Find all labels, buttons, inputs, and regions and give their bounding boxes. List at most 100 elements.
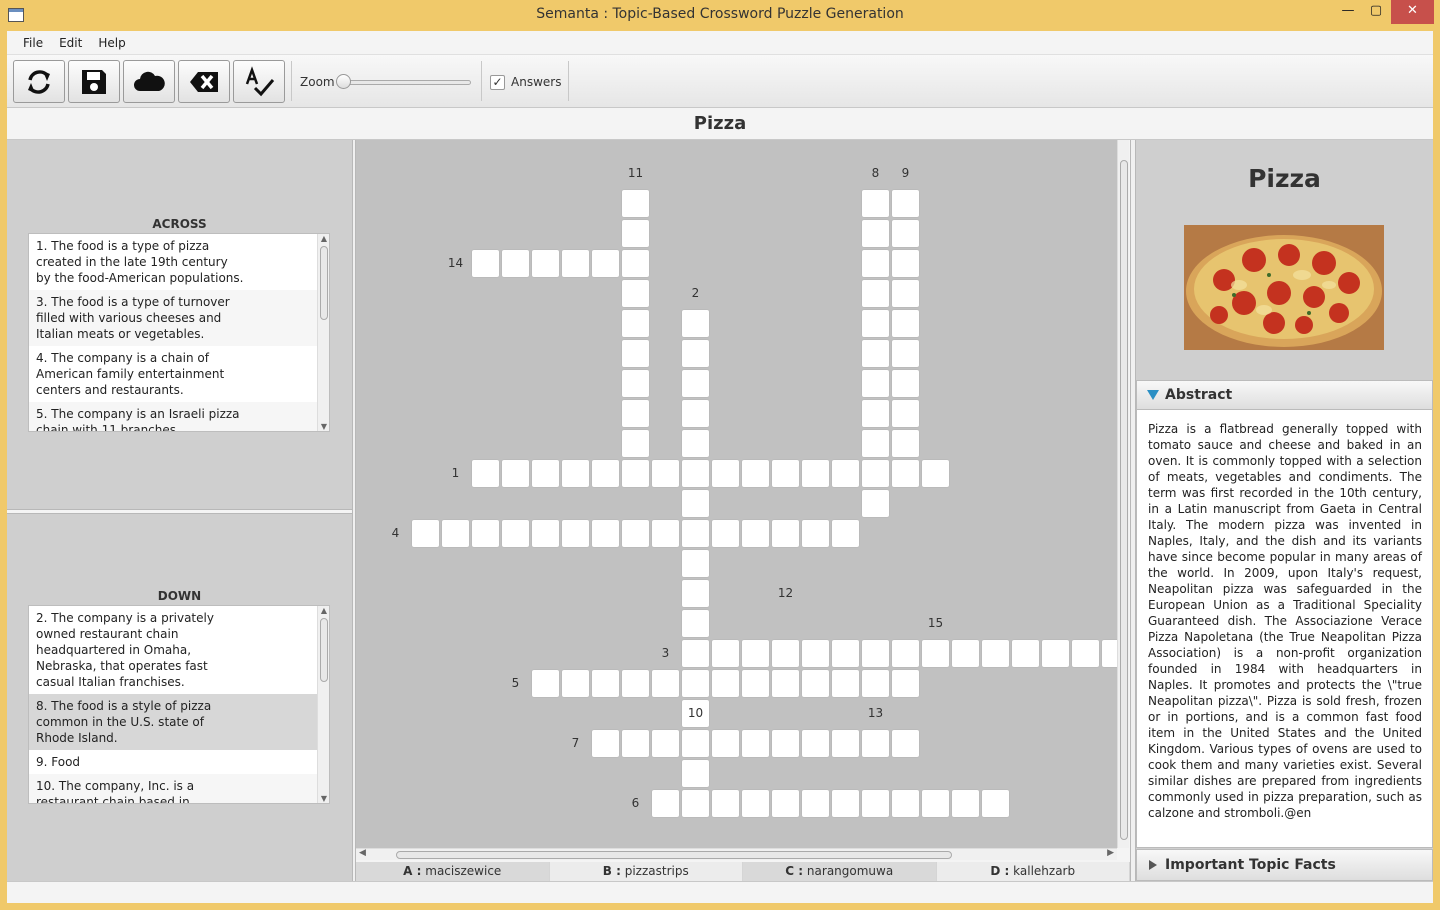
grid-cell[interactable] (892, 340, 919, 367)
grid-cell[interactable] (652, 520, 679, 547)
grid-cell[interactable] (622, 430, 649, 457)
scroll-left-icon[interactable]: ◀ (359, 848, 366, 858)
grid-cell[interactable] (742, 790, 769, 817)
grid-cell[interactable] (682, 520, 709, 547)
grid-cell[interactable] (892, 400, 919, 427)
grid-cell[interactable] (592, 460, 619, 487)
grid-cell[interactable] (562, 460, 589, 487)
grid-cell[interactable] (592, 520, 619, 547)
grid-cell[interactable] (742, 730, 769, 757)
grid-cell[interactable] (1072, 640, 1099, 667)
grid-cell[interactable] (682, 640, 709, 667)
scroll-down-icon[interactable]: ▼ (318, 794, 329, 803)
grid-cell[interactable] (892, 310, 919, 337)
grid-cell[interactable] (682, 790, 709, 817)
grid-cell[interactable] (742, 520, 769, 547)
grid-cell[interactable] (742, 640, 769, 667)
grid-cell[interactable] (622, 730, 649, 757)
cloud-button[interactable] (123, 60, 175, 103)
split-divider[interactable] (7, 509, 352, 514)
grid-cell[interactable] (712, 670, 739, 697)
scroll-thumb[interactable] (320, 246, 328, 320)
grid-cell[interactable] (862, 250, 889, 277)
down-clue-10[interactable]: 10. The company, Inc. is a restaurant ch… (29, 774, 317, 803)
scroll-thumb[interactable] (320, 618, 328, 682)
grid-cell[interactable] (892, 190, 919, 217)
grid-cell[interactable] (652, 730, 679, 757)
refresh-button[interactable] (13, 60, 65, 103)
grid-cell[interactable] (652, 790, 679, 817)
zoom-slider-thumb[interactable] (336, 74, 351, 89)
tab-a[interactable]: A : maciszewice (356, 862, 550, 881)
grid-cell[interactable] (682, 400, 709, 427)
grid-cell[interactable] (682, 430, 709, 457)
grid-cell[interactable] (862, 730, 889, 757)
tab-b[interactable]: B : pizzastrips (549, 862, 743, 881)
grid-cell[interactable] (802, 520, 829, 547)
grid-cell[interactable] (952, 790, 979, 817)
grid-cell[interactable] (862, 790, 889, 817)
grid-cell[interactable] (892, 370, 919, 397)
grid-cell[interactable] (772, 730, 799, 757)
grid-cell[interactable] (712, 640, 739, 667)
across-clue-3[interactable]: 3. The food is a type of turnover filled… (29, 290, 317, 346)
grid-cell[interactable] (862, 370, 889, 397)
across-scrollbar[interactable]: ▲ ▼ (317, 234, 329, 431)
grid-cell[interactable] (862, 340, 889, 367)
grid-cell[interactable] (862, 280, 889, 307)
menu-file[interactable]: File (15, 31, 51, 50)
grid-cell[interactable] (772, 640, 799, 667)
board-horizontal-scrollbar[interactable]: ◀ ▶ (356, 848, 1117, 860)
menu-help[interactable]: Help (90, 31, 133, 50)
grid-cell[interactable] (892, 220, 919, 247)
board-vertical-scrollbar[interactable] (1117, 140, 1129, 848)
grid-cell[interactable] (682, 580, 709, 607)
grid-cell[interactable] (772, 790, 799, 817)
grid-cell[interactable] (862, 640, 889, 667)
grid-cell[interactable] (562, 250, 589, 277)
grid-cell[interactable] (1102, 640, 1117, 667)
grid-cell[interactable] (562, 520, 589, 547)
grid-cell[interactable] (622, 520, 649, 547)
tab-d[interactable]: D : kallehzarb (936, 862, 1130, 881)
grid-cell[interactable] (562, 670, 589, 697)
grid-cell[interactable] (712, 520, 739, 547)
menu-edit[interactable]: Edit (51, 31, 90, 50)
scroll-right-icon[interactable]: ▶ (1107, 848, 1114, 858)
grid-cell[interactable] (772, 460, 799, 487)
minimize-button[interactable]: — (1334, 0, 1362, 24)
grid-cell[interactable] (622, 310, 649, 337)
answers-checkbox[interactable]: ✓ (490, 75, 505, 90)
grid-cell[interactable] (502, 250, 529, 277)
clear-button[interactable] (178, 60, 230, 103)
grid-cell[interactable] (832, 670, 859, 697)
grid-cell[interactable] (682, 490, 709, 517)
abstract-header[interactable]: Abstract (1136, 380, 1433, 410)
grid-cell[interactable] (802, 460, 829, 487)
grid-cell[interactable] (802, 790, 829, 817)
grid-cell[interactable] (892, 730, 919, 757)
down-clue-2[interactable]: 2. The company is a privately owned rest… (29, 606, 317, 694)
scroll-up-icon[interactable]: ▲ (318, 234, 329, 243)
grid-cell[interactable] (502, 460, 529, 487)
grid-cell[interactable] (682, 550, 709, 577)
close-button[interactable]: ✕ (1391, 0, 1434, 24)
grid-cell[interactable] (712, 460, 739, 487)
grid-cell[interactable] (832, 790, 859, 817)
grid-cell[interactable] (472, 250, 499, 277)
grid-cell[interactable] (982, 790, 1009, 817)
grid-cell[interactable] (532, 520, 559, 547)
grid-cell[interactable] (682, 610, 709, 637)
grid-cell[interactable] (892, 670, 919, 697)
grid-cell[interactable] (682, 670, 709, 697)
scroll-up-icon[interactable]: ▲ (318, 606, 329, 615)
grid-cell[interactable] (442, 520, 469, 547)
grid-cell[interactable] (982, 640, 1009, 667)
grid-cell[interactable] (652, 460, 679, 487)
grid-cell[interactable] (892, 430, 919, 457)
scroll-down-icon[interactable]: ▼ (318, 422, 329, 431)
tab-c[interactable]: C : narangomuwa (743, 862, 937, 881)
grid-cell[interactable] (892, 250, 919, 277)
down-scrollbar[interactable]: ▲ ▼ (317, 606, 329, 803)
grid-cell[interactable] (802, 670, 829, 697)
